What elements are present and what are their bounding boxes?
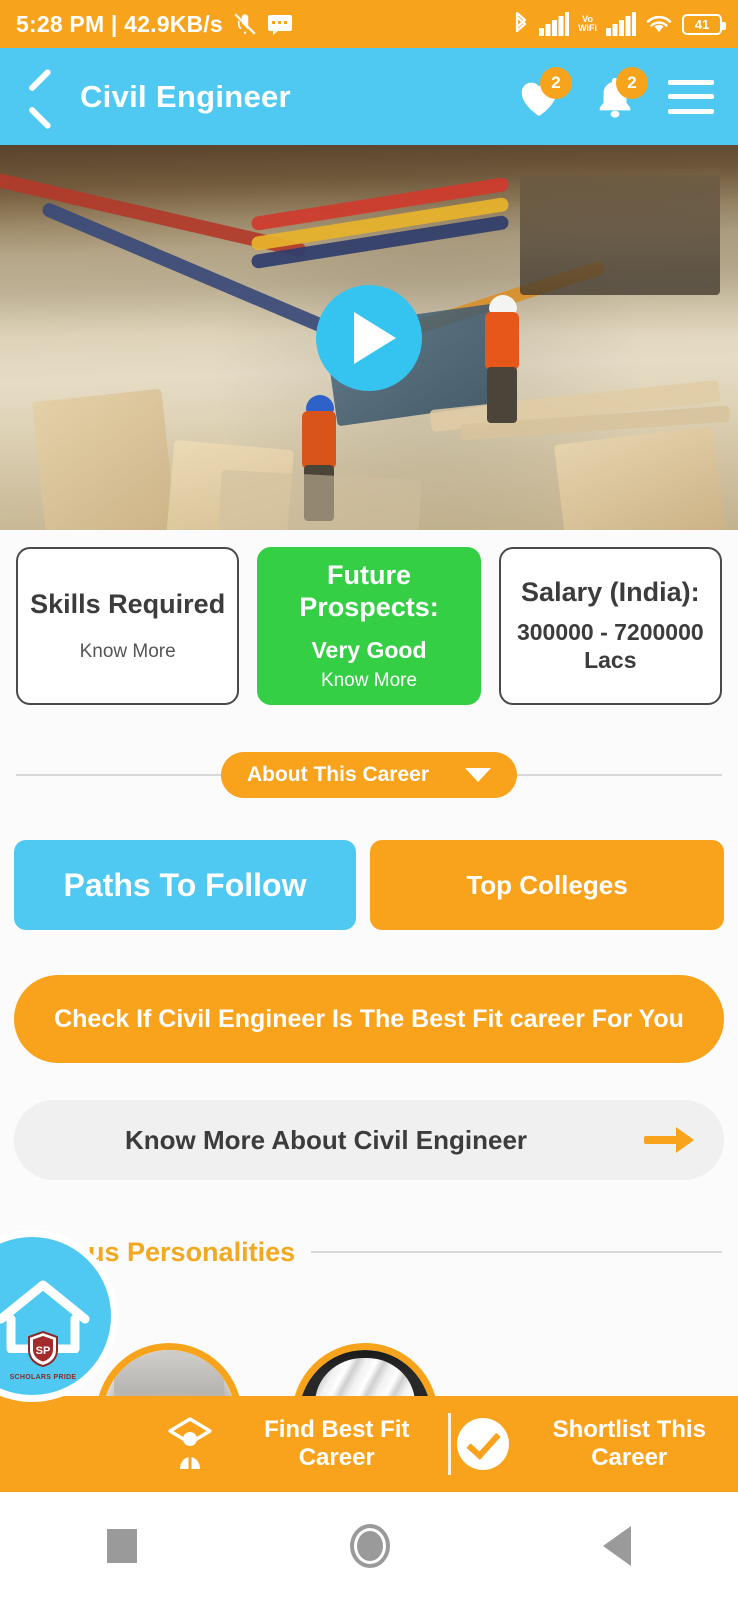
divider-right [517,774,722,776]
card-salary[interactable]: Salary (India): 300000 - 7200000 Lacs [498,547,722,705]
back-triangle-icon[interactable] [603,1526,632,1566]
card-know-more-link[interactable]: Know More [80,641,176,663]
notifications-button[interactable]: 2 [592,66,648,123]
shortlist-label: Shortlist This Career [552,1416,706,1471]
about-this-career-label: About This Career [246,763,430,786]
card-value: 300000 - 7200000 Lacs [516,619,704,673]
card-subtitle: Very Good [311,637,427,664]
app-bar-actions: 2 2 [516,66,714,123]
section-divider [311,1251,722,1253]
signal-bars-icon-2 [606,12,636,36]
android-nav-bar [0,1492,738,1600]
message-icon [267,13,293,35]
shortlist-career-button[interactable]: Shortlist This Career [451,1416,738,1471]
play-triangle-icon [354,311,396,364]
know-more-label: Know More About Civil Engineer [124,1124,528,1155]
info-cards: Skills Required Know More Future Prospec… [0,547,738,705]
favorites-badge: 2 [540,66,572,99]
signal-bars-icon [539,12,570,36]
app-bar: Civil Engineer 2 2 [0,48,738,145]
card-skills-required[interactable]: Skills Required Know More [16,547,240,705]
back-button[interactable] [24,75,58,119]
status-bar-left: 5:28 PM | 42.9KB/s [16,11,293,38]
check-best-fit-button[interactable]: Check If Civil Engineer Is The Best Fit … [14,975,724,1063]
app-screen: 5:28 PM | 42.9KB/s Vo WiFi 41 Civil Engi… [0,0,738,1600]
status-bar-right: Vo WiFi 41 [512,11,726,37]
divider-left [16,774,221,776]
recents-square-icon[interactable] [106,1529,137,1563]
card-title: Skills Required [30,589,226,620]
play-button[interactable] [316,284,422,391]
hero-plank [520,175,720,295]
check-circle-icon [456,1418,509,1470]
video-thumbnail[interactable] [0,145,738,530]
card-know-more-link[interactable]: Know More [321,670,417,692]
top-colleges-button[interactable]: Top Colleges [370,840,724,930]
status-clock: 5:28 PM | 42.9KB/s [16,10,223,37]
find-best-fit-label: Find Best Fit Career [264,1416,410,1471]
card-future-prospects[interactable]: Future Prospects: Very Good Know More [257,547,481,705]
hamburger-menu-icon[interactable] [668,79,714,114]
card-title: Future Prospects: [299,559,439,622]
know-more-about-career-row[interactable]: Know More About Civil Engineer [14,1100,724,1180]
about-this-career-row: About This Career [0,752,738,798]
crest-label: SCHOLARS PRIDE [9,1374,77,1381]
mute-icon [232,11,258,37]
battery-indicator: 41 [682,13,726,35]
primary-button-row: Paths To Follow Top Colleges [0,840,738,930]
bottom-action-bar: Find Best Fit Career Shortlist This Care… [0,1230,738,1492]
wifi-icon [645,13,673,35]
status-bar: 5:28 PM | 42.9KB/s Vo WiFi 41 [0,0,738,48]
volte-wifi-label: Vo WiFi [578,14,597,33]
page-title: Civil Engineer [80,78,291,114]
about-this-career-button[interactable]: About This Career [220,752,518,798]
card-title: Salary (India): [521,577,700,608]
favorites-button[interactable]: 2 [516,66,572,123]
crest-icon: SP [28,1330,58,1368]
famous-personalities-header: Famous Personalities [0,1232,738,1272]
find-best-fit-career-button[interactable]: Find Best Fit Career [160,1416,448,1471]
hero-plank [218,469,422,530]
home-circle-icon[interactable] [349,1524,390,1568]
bluetooth-icon [512,11,530,37]
paths-to-follow-button[interactable]: Paths To Follow [14,840,356,930]
svg-text:SP: SP [36,1345,51,1357]
scholars-pride-logo: SP SCHOLARS PRIDE [6,1330,80,1381]
hero-plank [31,388,179,530]
chevron-down-icon [465,768,492,782]
notifications-badge: 2 [616,66,648,99]
hero-plank [553,425,727,530]
graduate-icon [168,1417,212,1469]
arrow-right-icon [644,1127,694,1153]
